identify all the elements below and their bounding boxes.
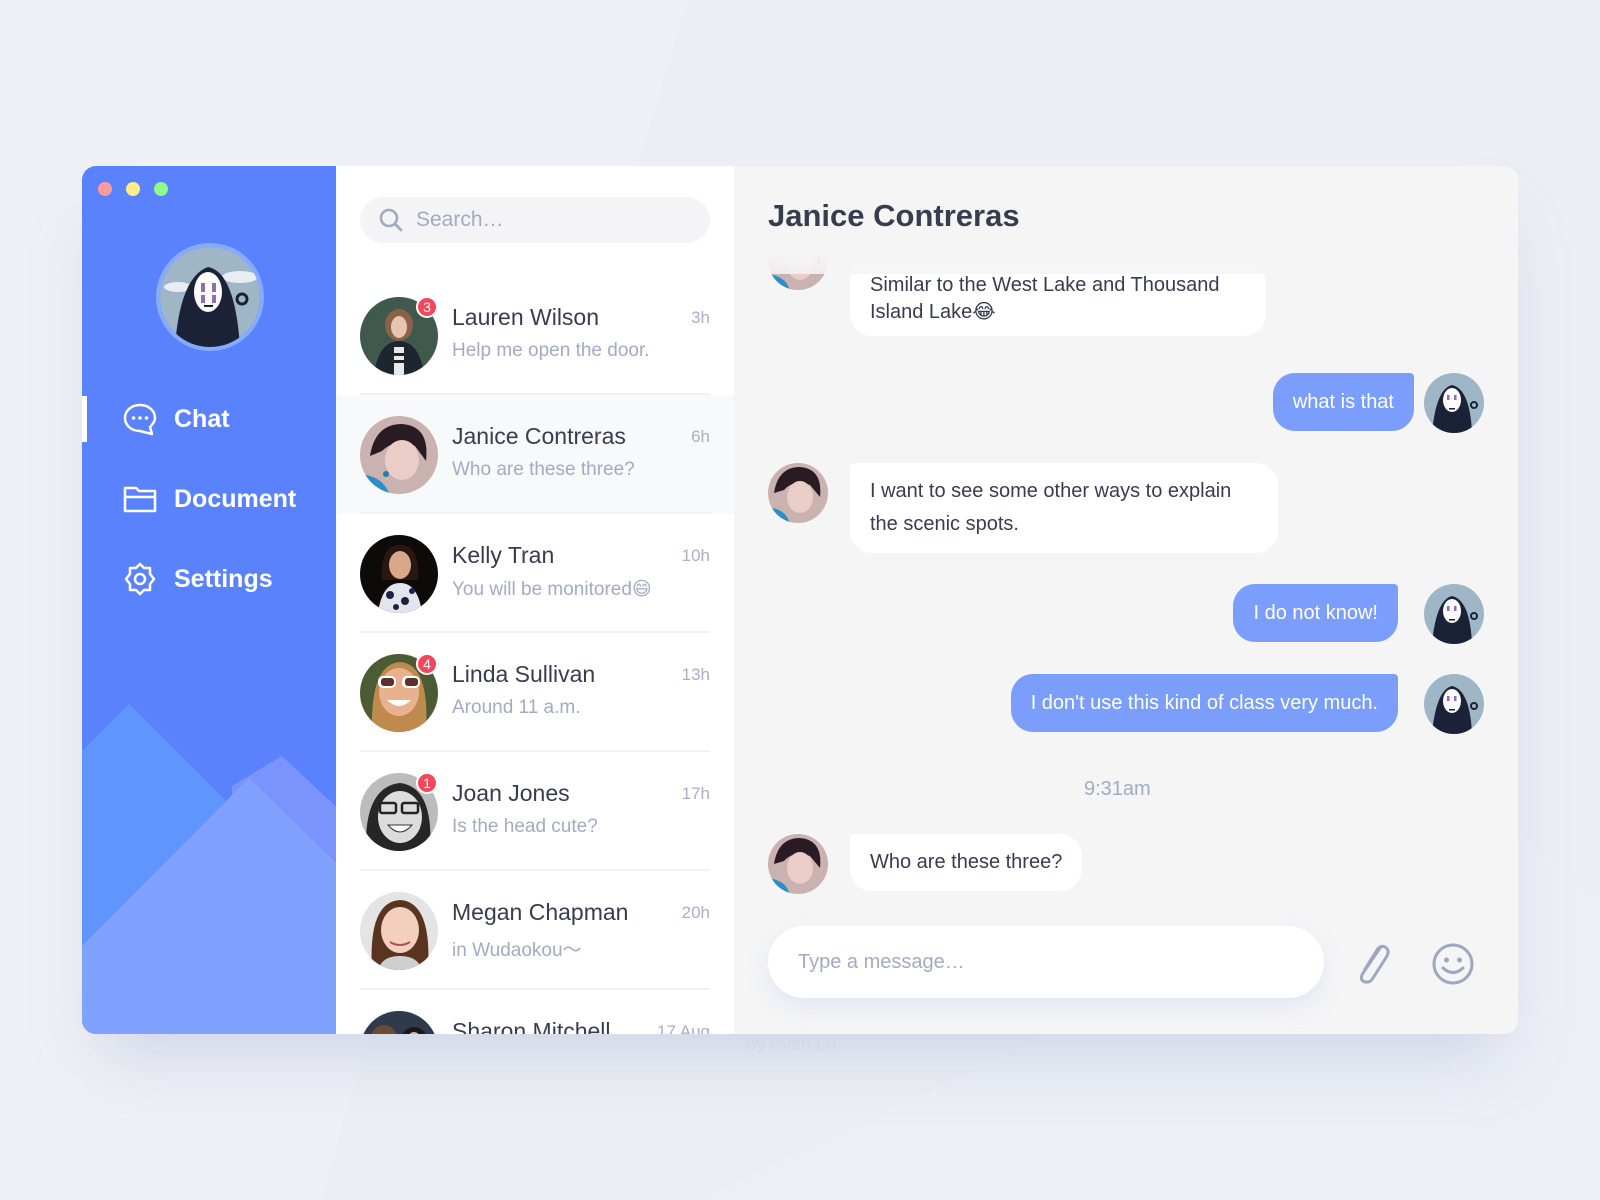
contact-avatar (768, 834, 828, 894)
conversation-time: 3h (691, 308, 710, 327)
smiley-icon (1432, 943, 1474, 985)
conversation-time: 10h (681, 546, 710, 565)
my-avatar (1424, 674, 1484, 734)
search-icon (379, 208, 403, 232)
conversation-item[interactable]: Megan Chapman 20h in Wudaokou～ (336, 871, 734, 990)
chat-title: Janice Contreras (768, 198, 1020, 233)
message-text: I do not know! (1253, 602, 1378, 624)
conversation-item[interactable]: Janice Contreras 6h Who are these three? (336, 395, 734, 514)
message-preview: Help me open the door. (452, 340, 650, 361)
avatar (360, 535, 438, 613)
contact-name: Megan Chapman (452, 899, 629, 925)
emoji-button[interactable] (1431, 942, 1475, 991)
sidebar-item-label: Chat (174, 404, 230, 433)
folder-icon (123, 486, 157, 513)
no-face-avatar-image (160, 247, 260, 347)
sidebar-nav: Chat Document Settings (82, 396, 336, 636)
attach-button[interactable] (1354, 942, 1394, 989)
contact-avatar (768, 463, 828, 523)
maximize-window-button[interactable] (154, 182, 168, 196)
conversation-time: 20h (681, 903, 710, 922)
contact-name: Janice Contreras (452, 423, 626, 449)
outgoing-message: I do not know! (1233, 584, 1398, 642)
avatar (360, 892, 438, 970)
message-preview: You will be monitored😄 (452, 579, 652, 600)
conversation-time: 17 Aug (657, 1022, 710, 1034)
sidebar-item-label: Document (174, 484, 297, 513)
app-window: Chat Document Settings Search… 3 Lauren … (82, 166, 1518, 1034)
gear-icon (124, 562, 156, 596)
contact-name: Lauren Wilson (452, 304, 600, 330)
message-text: Similar to the West Lake and Thousand Is… (870, 274, 1220, 323)
outgoing-message: I don't use this kind of class very much… (1010, 674, 1398, 732)
paperclip-icon (1359, 944, 1390, 984)
my-avatar (1424, 584, 1484, 644)
message-preview: Is the head cute? (452, 816, 598, 837)
conversation-item[interactable]: Kelly Tran 10h You will be monitored😄 (336, 514, 734, 633)
unread-badge: 4 (416, 653, 438, 675)
avatar (360, 416, 438, 494)
conversation-time: 6h (691, 427, 710, 446)
avatar (360, 1011, 438, 1034)
conversation-time: 13h (681, 665, 710, 684)
watermark: by Evan Lu (746, 1034, 837, 1054)
message-preview: in Wudaokou～ (452, 940, 582, 961)
incoming-message: Who are these three? (850, 834, 1083, 891)
incoming-message: I want to see some other ways to explain… (850, 463, 1278, 553)
conversation-item[interactable]: Sharon Mitchell 17 Aug (336, 990, 734, 1034)
sidebar-item-chat[interactable]: Chat (82, 396, 336, 442)
conversation-item[interactable]: 3 Lauren Wilson 3h Help me open the door… (336, 276, 734, 395)
search-input[interactable] (416, 208, 676, 232)
conversation-list: 3 Lauren Wilson 3h Help me open the door… (336, 166, 734, 1034)
unread-badge: 1 (416, 772, 438, 794)
sidebar-item-document[interactable]: Document (82, 476, 336, 522)
chat-header: Janice Contreras (734, 166, 1518, 274)
conversation-items: 3 Lauren Wilson 3h Help me open the door… (336, 276, 734, 1034)
message-text: I want to see some other ways to explain… (870, 480, 1232, 535)
contact-name: Joan Jones (452, 780, 570, 806)
unread-badge: 3 (416, 296, 438, 318)
profile-avatar[interactable] (156, 243, 264, 351)
contact-name: Kelly Tran (452, 542, 555, 568)
chat-panel: Janice Contreras Similar to the West Lak… (734, 166, 1518, 1034)
search-bar[interactable] (360, 197, 710, 243)
message-preview: Who are these three? (452, 459, 635, 480)
minimize-window-button[interactable] (126, 182, 140, 196)
sidebar-item-settings[interactable]: Settings (82, 556, 336, 602)
message-text: Who are these three? (870, 851, 1063, 873)
conversation-item[interactable]: 4 Linda Sullivan 13h Around 11 a.m. (336, 633, 734, 752)
sidebar-item-label: Settings (174, 564, 273, 593)
outgoing-message: what is that (1272, 373, 1414, 431)
message-input[interactable] (798, 950, 1278, 974)
message-text: I don't use this kind of class very much… (1030, 692, 1378, 714)
contact-name: Linda Sullivan (452, 661, 596, 687)
time-separator: 9:31am (1084, 778, 1151, 800)
message-preview: Around 11 a.m. (452, 697, 581, 718)
my-avatar (1424, 373, 1484, 433)
conversation-item[interactable]: 1 Joan Jones 17h Is the head cute? (336, 752, 734, 871)
sidebar: Chat Document Settings (82, 166, 336, 1034)
close-window-button[interactable] (98, 182, 112, 196)
contact-name: Sharon Mitchell (452, 1018, 611, 1034)
chat-bubble-icon (123, 403, 157, 436)
message-text: what is that (1292, 391, 1394, 413)
window-controls (98, 182, 168, 196)
message-composer[interactable] (768, 926, 1324, 998)
conversation-time: 17h (681, 784, 710, 803)
